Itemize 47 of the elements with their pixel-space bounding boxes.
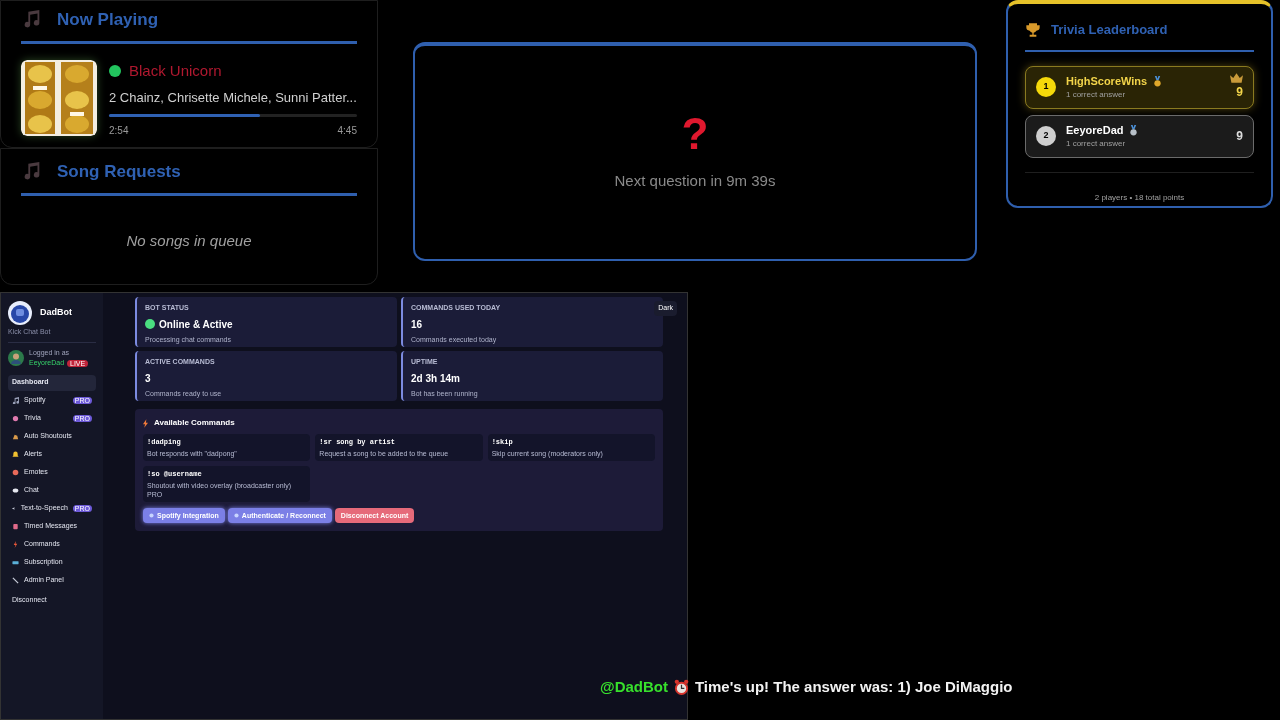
medal-icon	[1129, 124, 1139, 136]
chat-username: @DadBot	[600, 677, 668, 697]
player-score: 9	[1236, 84, 1243, 101]
menu-item-icon	[12, 577, 19, 584]
stat-value: 2d 3h 14m	[411, 371, 460, 386]
stat-value: Online & Active	[159, 317, 233, 332]
user-avatar-icon	[8, 350, 24, 366]
countdown-text: Next question in 9m 39s	[614, 171, 776, 192]
stat-value: 3	[145, 371, 151, 386]
elapsed-time: 2:54	[109, 123, 129, 138]
dot-icon	[233, 513, 239, 519]
menu-item-icon	[12, 523, 19, 530]
trophy-icon	[1025, 21, 1041, 38]
menu-item-icon	[12, 469, 19, 476]
rank-badge: 1	[1036, 77, 1056, 97]
menu-item-icon	[12, 415, 19, 422]
menu-item-icon	[12, 397, 19, 404]
question-mark: ?	[681, 112, 709, 157]
menu-item-icon	[12, 559, 19, 566]
duration-time: 4:45	[337, 123, 357, 138]
lightning-icon	[143, 418, 148, 428]
dot-icon	[149, 513, 154, 519]
menu-item-icon	[12, 505, 16, 512]
menu-item-icon	[12, 541, 19, 548]
panel-title: Trivia Leaderboard	[1051, 21, 1168, 39]
panel-title: Song Requests	[57, 161, 181, 183]
player-score: 9	[1236, 128, 1243, 145]
stat-value: 16	[411, 317, 423, 332]
empty-queue-text: No songs in queue	[125, 230, 253, 251]
crown-icon	[1230, 73, 1243, 83]
medal-icon	[1153, 75, 1163, 87]
player-name: EeyoreDad	[1066, 122, 1124, 138]
menu-item-icon	[12, 451, 19, 458]
player-detail: 1 correct answer	[1066, 89, 1127, 102]
track-title: Black Unicorn	[129, 60, 222, 81]
chat-message: Time's up! The answer was: 1) Joe DiMaggio	[694, 677, 1013, 697]
leaderboard-summary: 2 players • 18 total points	[1094, 192, 1185, 202]
section-title: Available Commands	[154, 417, 235, 429]
artist-name: 2 Chainz, Chrisette Michele, Sunni Patter...	[109, 89, 357, 107]
player-detail: 1 correct answer	[1066, 138, 1127, 151]
brand-name: DadBot	[40, 306, 72, 320]
robot-avatar-icon	[8, 301, 32, 325]
menu-item-icon	[12, 433, 19, 440]
panel-title: Now Playing	[57, 9, 159, 31]
menu-item-icon	[12, 487, 19, 494]
player-name: HighScoreWins	[1066, 73, 1148, 89]
rank-badge: 2	[1036, 126, 1056, 146]
